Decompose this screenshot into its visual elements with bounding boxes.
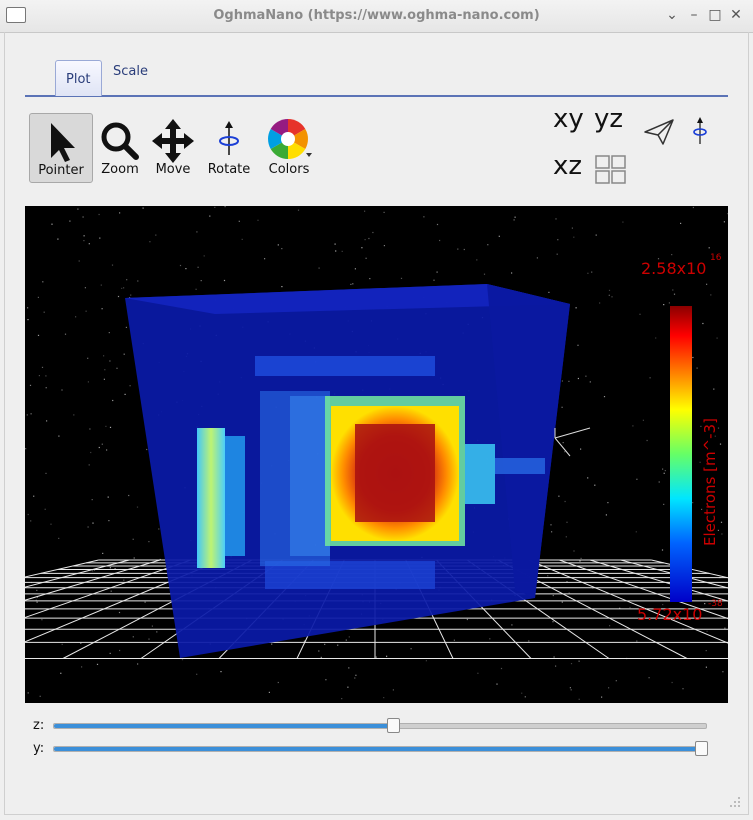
window-title: OghmaNano (https://www.oghma-nano.com) bbox=[213, 8, 540, 23]
maximize-icon[interactable]: □ bbox=[707, 7, 723, 23]
move-icon bbox=[152, 119, 194, 163]
colorbar-max-label: 2.58x10 bbox=[641, 259, 706, 278]
y-slider-handle[interactable] bbox=[695, 741, 708, 756]
data-cube bbox=[125, 284, 570, 658]
colors-label: Colors bbox=[268, 162, 310, 177]
chevron-down-icon[interactable]: ⌄ bbox=[664, 7, 680, 23]
colorbar-min-exponent: -38 bbox=[708, 599, 723, 609]
z-slider-fill bbox=[54, 724, 392, 728]
zoom-icon bbox=[101, 122, 139, 160]
close-icon[interactable]: ✕ bbox=[728, 7, 744, 23]
z-slider-handle[interactable] bbox=[387, 718, 400, 733]
paper-plane-icon[interactable] bbox=[643, 118, 675, 146]
rotate-button[interactable]: Rotate bbox=[204, 113, 254, 181]
tab-scale[interactable]: Scale bbox=[103, 54, 158, 90]
view-xy-button[interactable]: xy bbox=[553, 104, 584, 134]
rotate-label: Rotate bbox=[207, 162, 251, 177]
move-label: Move bbox=[155, 162, 191, 177]
color-wheel-icon bbox=[268, 119, 312, 159]
colorbar-min-label: 5.72x10 bbox=[637, 605, 702, 624]
minimize-icon[interactable]: – bbox=[686, 7, 702, 23]
colorbar bbox=[670, 306, 692, 602]
y-slider-fill bbox=[54, 747, 700, 751]
y-slider[interactable] bbox=[53, 741, 708, 756]
pointer-label: Pointer bbox=[38, 163, 84, 178]
zoom-label: Zoom bbox=[101, 162, 139, 177]
zoom-button[interactable]: Zoom bbox=[96, 113, 144, 181]
colorbar-axis-label: Electrons [m^-3] bbox=[701, 418, 719, 546]
plot-canvas[interactable]: 2.58x10 16 5.72x10 -38 Electrons [m^-3] bbox=[25, 206, 728, 703]
move-button[interactable]: Move bbox=[149, 113, 197, 181]
y-slider-label: y: bbox=[33, 741, 45, 756]
pointer-icon bbox=[51, 123, 75, 162]
colorbar-max-exponent: 16 bbox=[710, 253, 722, 263]
resize-grip-icon[interactable] bbox=[728, 795, 742, 809]
grid-view-icon[interactable] bbox=[595, 155, 627, 185]
axis-gizmo bbox=[554, 427, 591, 457]
tab-plot[interactable]: Plot bbox=[55, 60, 102, 96]
z-slider[interactable] bbox=[53, 718, 707, 733]
tab-bar: Plot Scale bbox=[25, 58, 728, 97]
colors-button[interactable]: Colors bbox=[262, 113, 316, 181]
title-bar: OghmaNano (https://www.oghma-nano.com) ⌄… bbox=[0, 0, 753, 33]
z-slider-label: z: bbox=[33, 718, 45, 733]
view-yz-button[interactable]: yz bbox=[594, 104, 623, 134]
rotate-icon bbox=[219, 121, 239, 155]
plot-3d-view[interactable]: 2.58x10 16 5.72x10 -38 Electrons [m^-3] bbox=[25, 206, 728, 703]
rotate-axis-icon[interactable] bbox=[690, 116, 710, 148]
pointer-button[interactable]: Pointer bbox=[29, 113, 93, 183]
view-xz-button[interactable]: xz bbox=[553, 151, 582, 181]
